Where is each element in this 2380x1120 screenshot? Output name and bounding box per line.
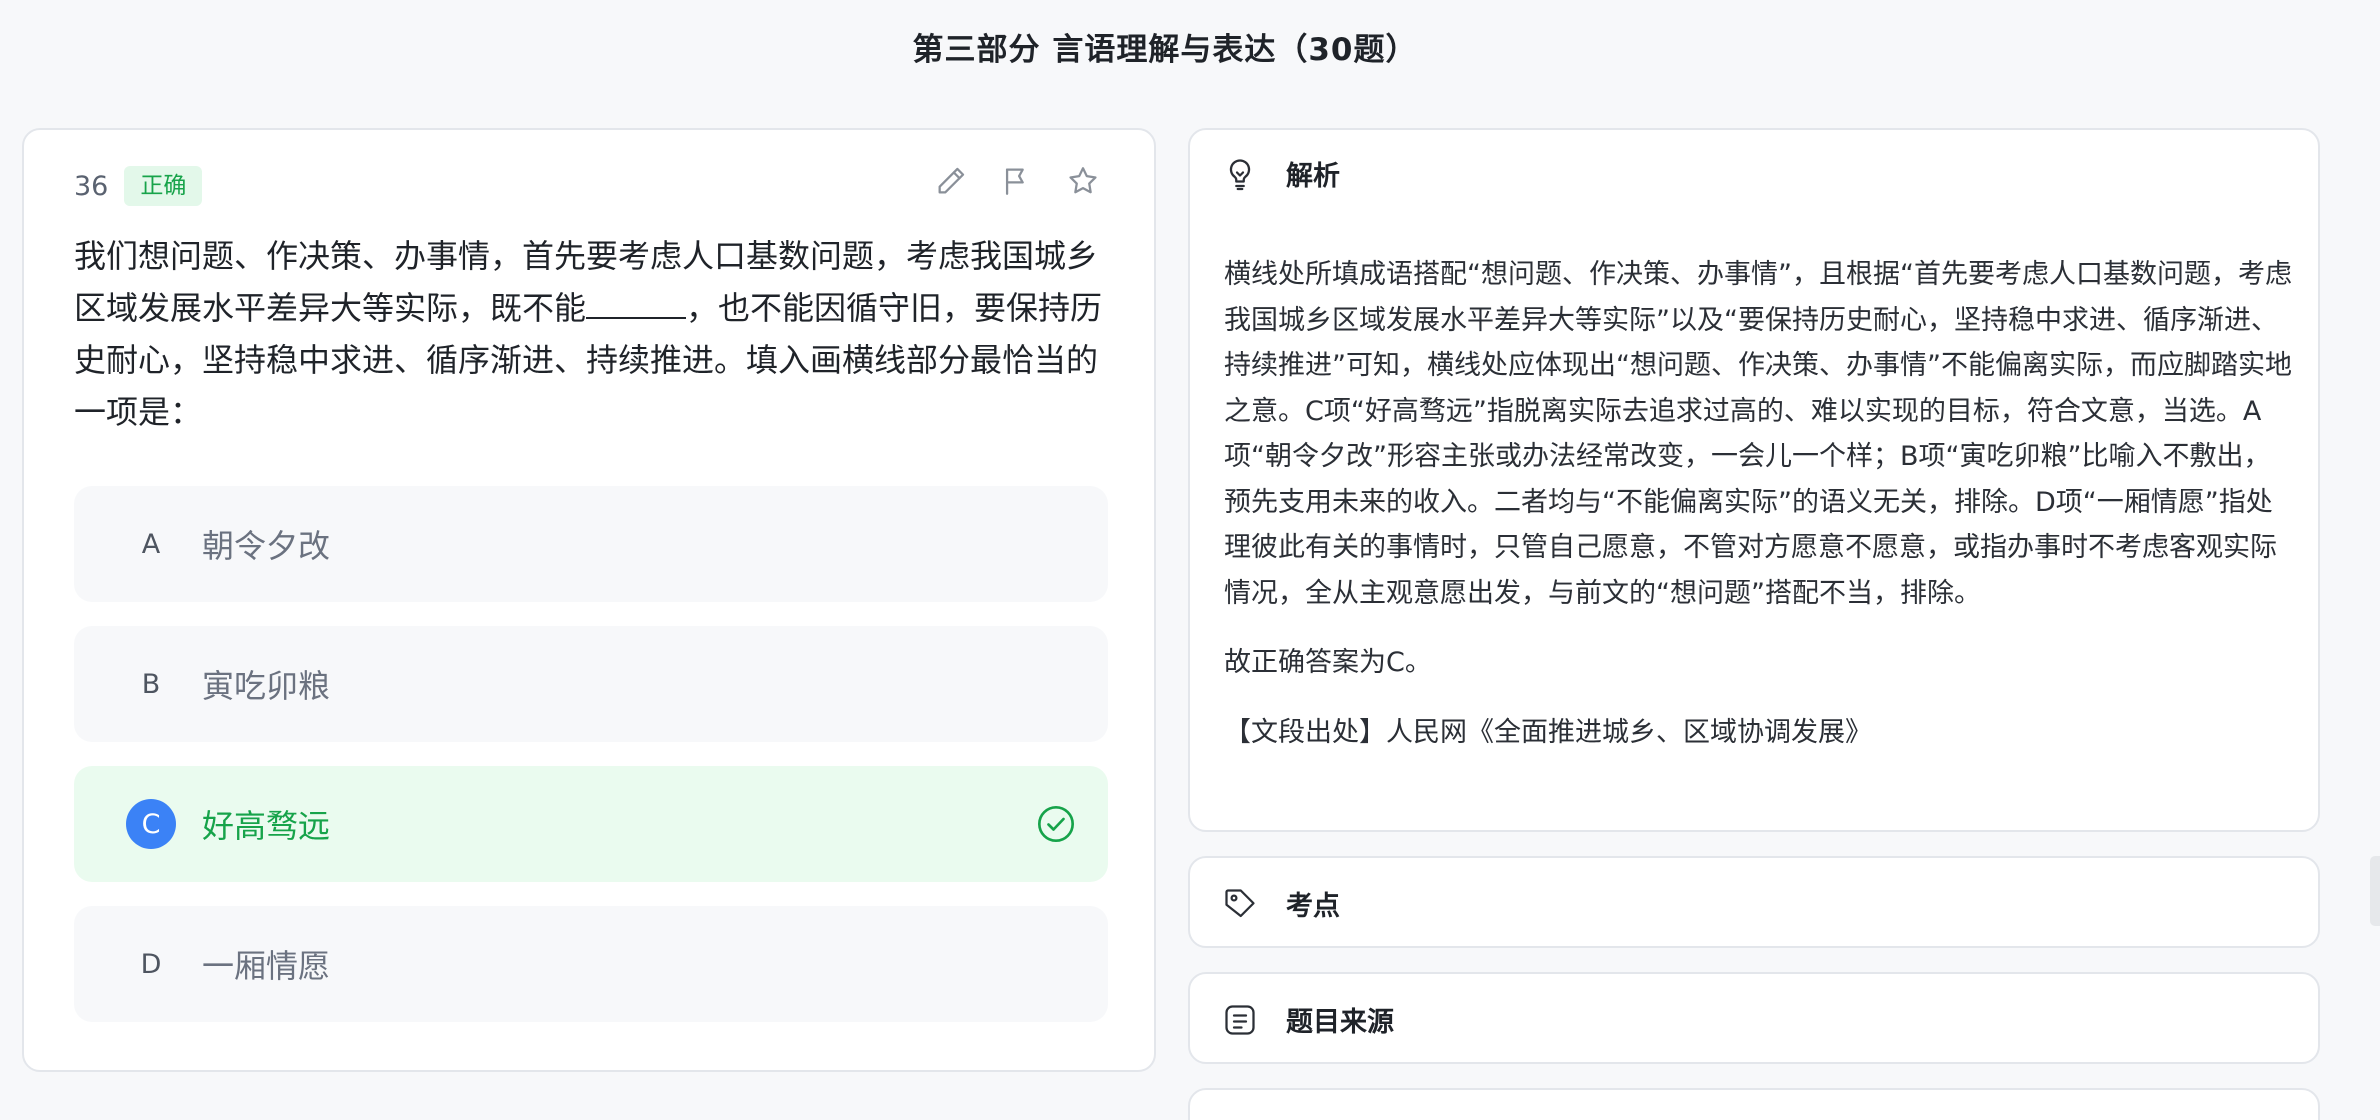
source-header[interactable]: 题目来源 [1222,1000,1394,1039]
knowledge-title: 考点 [1286,891,1340,922]
analysis-card: 解析 横线处所填成语搭配“想问题、作决策、办事情”，且根据“首先要考虑人口基数问… [1188,128,2320,832]
question-card: 36 正确 我们想问题、作决策、办事情，首先要考虑人口基数问题，考虑我国城乡区域… [22,128,1156,1072]
analysis-header[interactable]: 解析 [1222,154,1340,193]
knowledge-card[interactable]: 考点 [1188,856,2320,948]
option-text: 一厢情愿 [202,947,331,985]
option-text: 寅吃卯粮 [202,667,331,705]
option-c[interactable]: C 好高骛远 [74,766,1108,882]
analysis-paragraph: 横线处所填成语搭配“想问题、作决策、办事情”，且根据“首先要考虑人口基数问题，考… [1224,259,2292,609]
analysis-answer: 故正确答案为C。 [1224,647,1432,678]
option-b[interactable]: B 寅吃卯粮 [74,626,1108,742]
lightbulb-icon [1222,156,1258,192]
star-icon[interactable] [1066,164,1100,198]
source-card[interactable]: 题目来源 [1188,972,2320,1064]
option-letter: D [140,948,162,980]
question-header: 36 正确 [74,166,203,206]
status-badge: 正确 [124,166,203,206]
analysis-source: 【文段出处】人民网《全面推进城乡、区域协调发展》 [1224,716,1872,748]
scrollbar-thumb[interactable] [2370,856,2380,926]
knowledge-header[interactable]: 考点 [1222,884,1340,923]
analysis-title: 解析 [1286,161,1340,192]
option-d[interactable]: D 一厢情愿 [74,906,1108,1022]
list-icon [1222,1002,1258,1038]
option-letter: B [141,668,161,700]
option-a[interactable]: A 朝令夕改 [74,486,1108,602]
question-tools [934,164,1100,198]
next-section-card [1188,1088,2320,1120]
option-letter: A [141,528,161,560]
tag-icon [1222,886,1258,922]
page-title: 第三部分 言语理解与表达（30题） [912,32,1418,68]
question-number: 36 [74,170,109,202]
analysis-body: 横线处所填成语搭配“想问题、作决策、办事情”，且根据“首先要考虑人口基数问题，考… [1224,252,2294,779]
source-title: 题目来源 [1286,1007,1394,1038]
question-stem: 我们想问题、作决策、办事情，首先要考虑人口基数问题，考虑我国城乡区域发展水平差异… [74,230,1124,438]
option-text: 好高骛远 [202,807,331,845]
check-circle-icon [1036,804,1076,844]
option-text: 朝令夕改 [202,527,331,565]
pencil-icon[interactable] [934,164,968,198]
flag-icon[interactable] [1000,164,1034,198]
fill-blank [586,285,687,319]
option-letter: C [126,799,176,849]
